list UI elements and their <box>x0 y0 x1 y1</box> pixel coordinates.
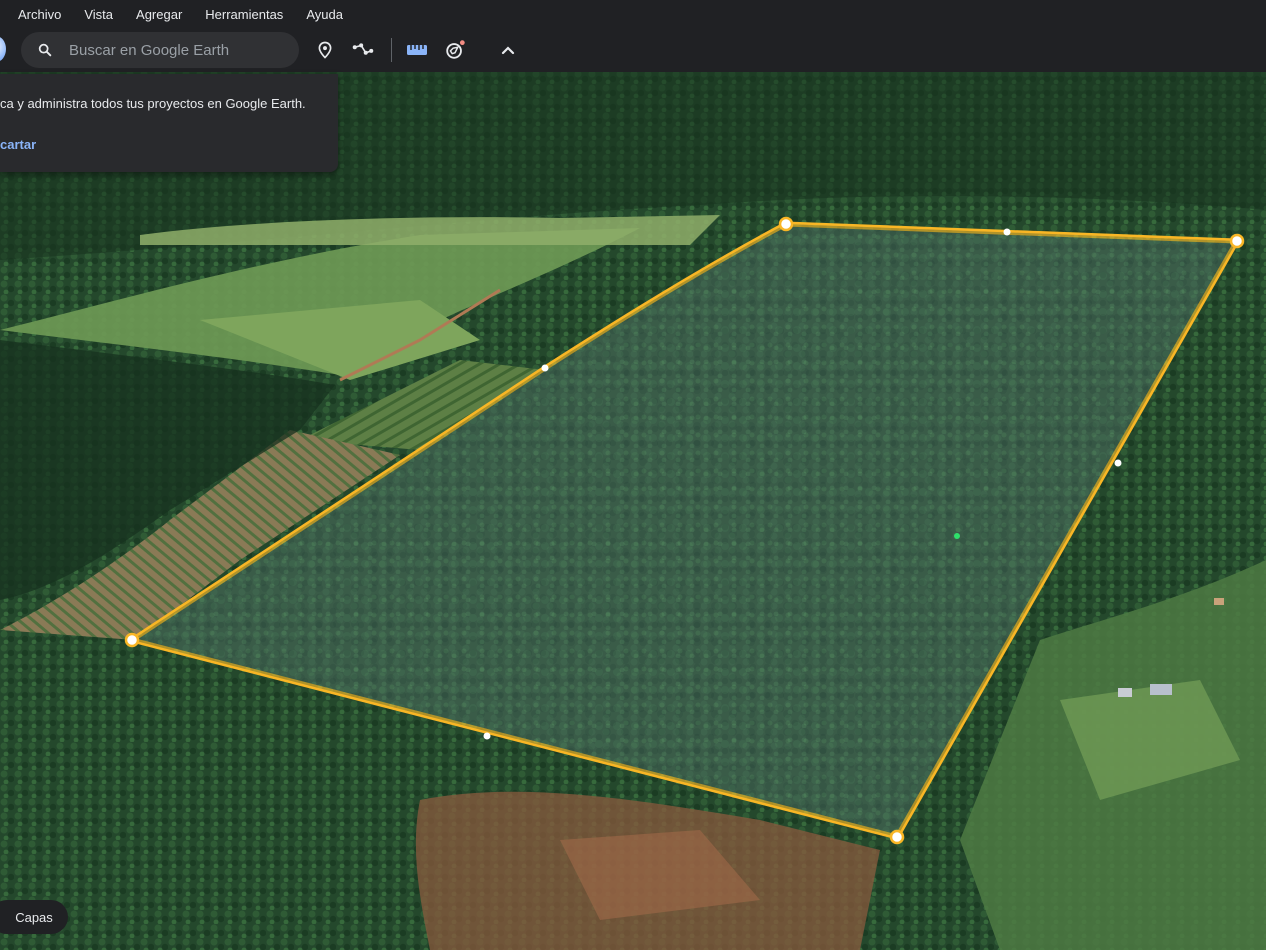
popup-message: ca y administra todos tus proyectos en G… <box>0 96 306 111</box>
menu-agregar[interactable]: Agregar <box>136 7 182 22</box>
measure-button[interactable] <box>406 39 428 61</box>
layers-label: Capas <box>15 909 53 925</box>
voyager-button[interactable] <box>444 39 466 61</box>
path-icon <box>352 43 374 55</box>
menu-vista[interactable]: Vista <box>84 7 113 22</box>
menu-archivo[interactable]: Archivo <box>18 7 61 22</box>
search-box[interactable] <box>21 32 299 68</box>
dismiss-button[interactable]: cartar <box>0 137 36 152</box>
add-placemark-button[interactable] <box>314 39 336 61</box>
map-marker <box>954 533 960 539</box>
voyager-icon <box>446 40 465 59</box>
polygon-midpoint <box>1114 459 1122 467</box>
menu-bar: Archivo Vista Agregar Herramientas Ayuda <box>0 0 1266 28</box>
polygon-midpoint <box>483 732 491 740</box>
polygon-midpoint <box>541 364 549 372</box>
location-pin-icon <box>318 41 332 59</box>
polygon-vertex <box>778 216 794 232</box>
toolbar-separator <box>391 38 392 62</box>
projects-info-popup: ca y administra todos tus proyectos en G… <box>0 74 338 172</box>
collapse-toolbar-button[interactable] <box>497 39 519 61</box>
toolbar <box>0 28 1266 72</box>
search-input[interactable] <box>67 40 281 60</box>
notification-dot <box>459 40 465 46</box>
ruler-icon <box>407 45 427 55</box>
menu-ayuda[interactable]: Ayuda <box>306 7 343 22</box>
search-icon <box>38 43 52 57</box>
polygon-vertex <box>1229 233 1245 249</box>
polygon-vertex <box>889 829 905 845</box>
layers-button[interactable]: Capas <box>0 900 68 934</box>
google-earth-logo-icon[interactable] <box>0 36 6 62</box>
satellite-map[interactable] <box>0 72 1266 950</box>
draw-path-button[interactable] <box>352 39 374 61</box>
polygon-midpoint <box>1003 228 1011 236</box>
menu-herramientas[interactable]: Herramientas <box>205 7 283 22</box>
chevron-up-icon <box>501 46 515 55</box>
polygon-vertex <box>124 632 140 648</box>
